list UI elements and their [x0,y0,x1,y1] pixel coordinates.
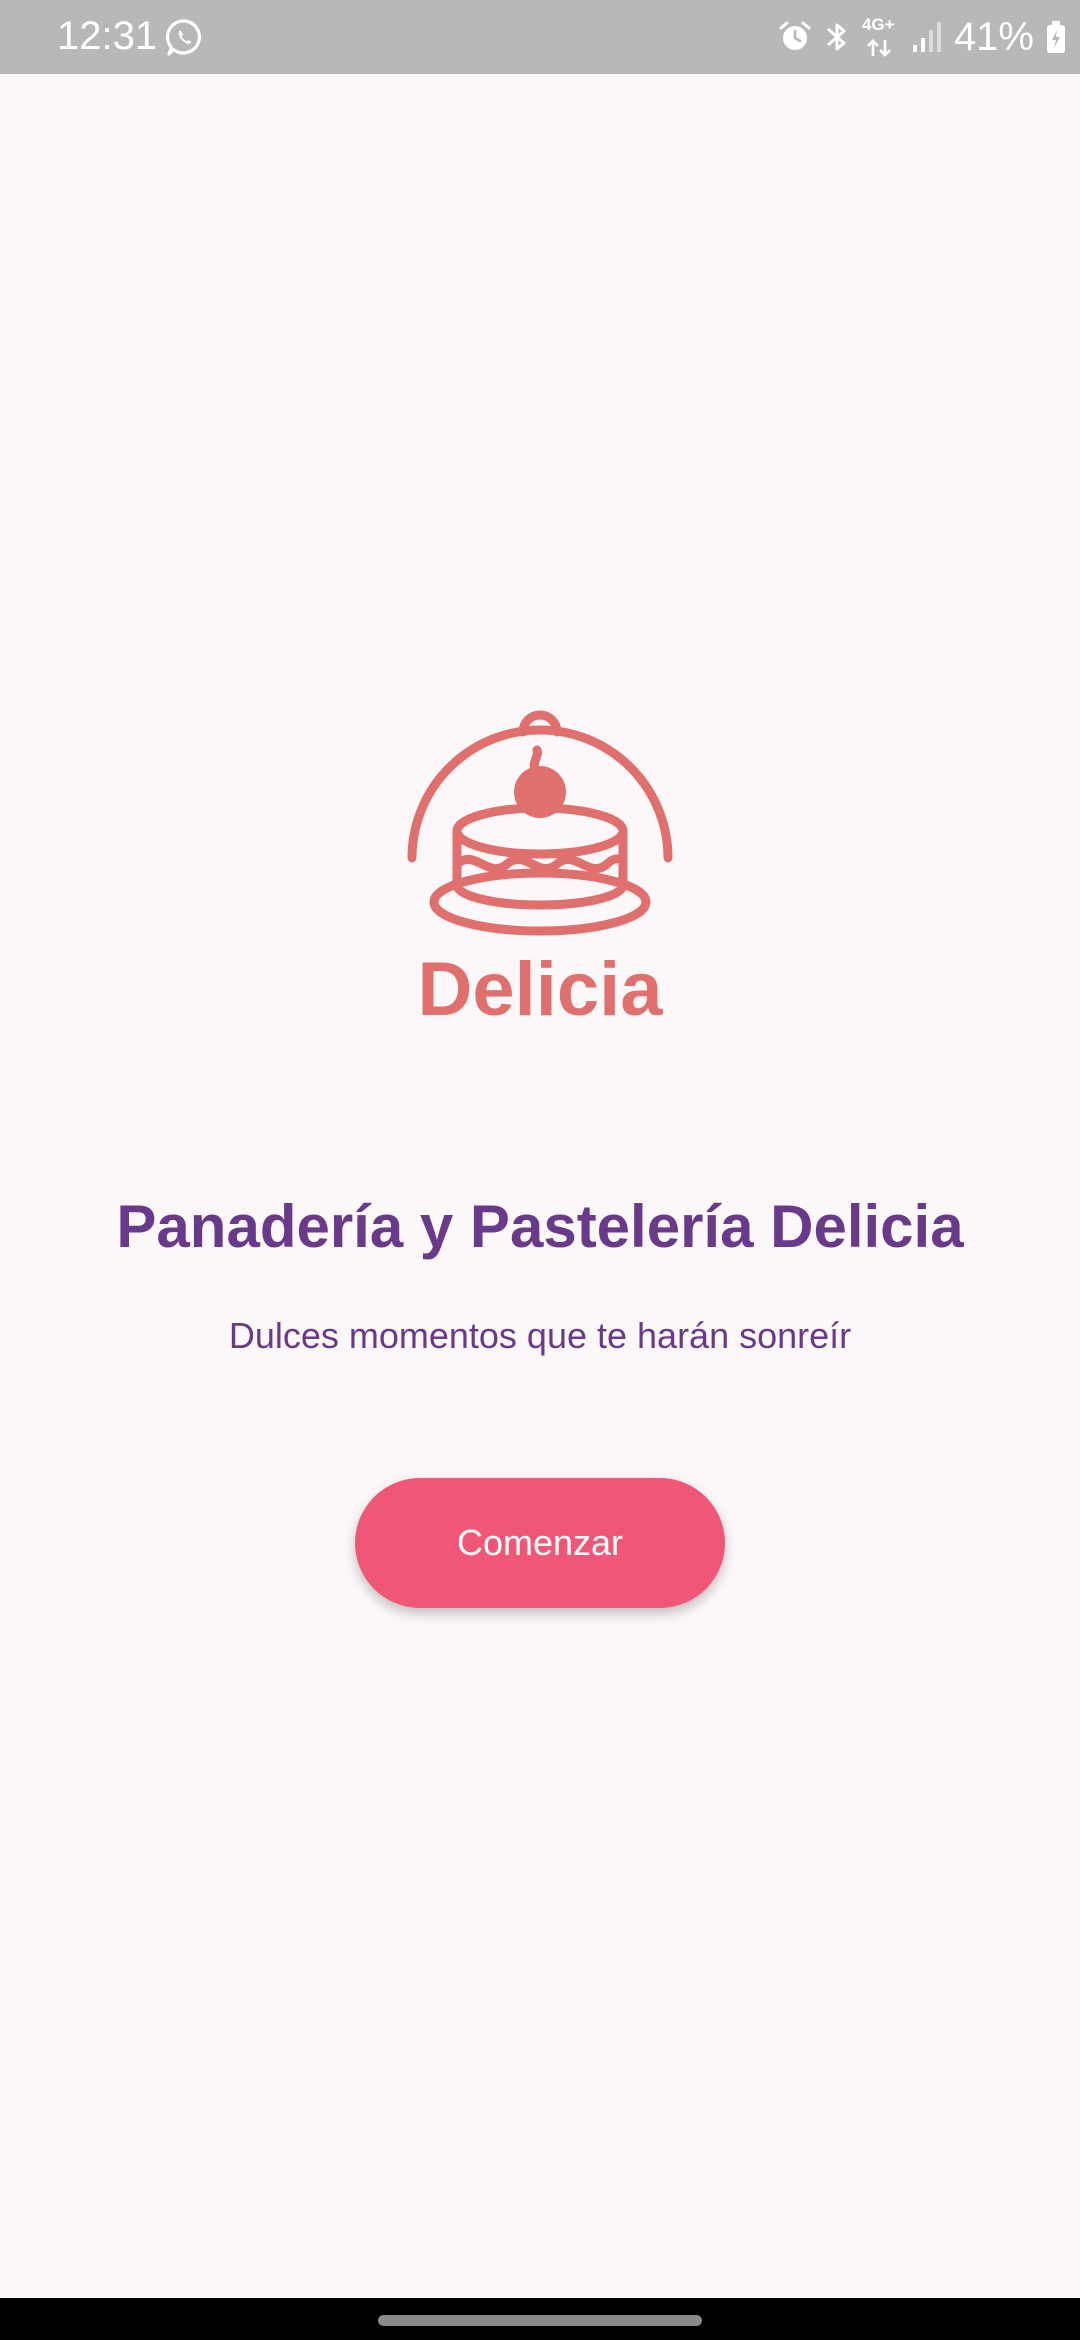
page-subtitle: Dulces momentos que te harán sonreír [228,1315,852,1356]
cake-dome-icon [407,710,673,936]
alarm-icon [779,21,811,50]
bakery-logo: Delicia [405,700,675,1030]
whatsapp-icon [165,19,201,56]
data-arrows-icon [867,39,891,57]
network-4g-icon: 4G+ [862,15,900,59]
battery-icon [1047,21,1065,53]
status-time: 12:31 [57,14,158,58]
signal-icon [912,22,941,52]
logo-wordmark: Delicia [417,947,663,1032]
start-button[interactable]: Comenzar [355,1478,725,1608]
battery-percentage: 41% [953,14,1034,59]
status-icons: 4G+ 41% [778,12,1066,62]
status-bar: 12:31 4G+ 41% [0,0,1080,74]
network-label: 4G+ [861,15,895,34]
bluetooth-icon [826,23,846,51]
page-title: Panadería y Pastelería Delicia [116,1193,964,1260]
home-gesture-handle[interactable] [378,2315,702,2326]
